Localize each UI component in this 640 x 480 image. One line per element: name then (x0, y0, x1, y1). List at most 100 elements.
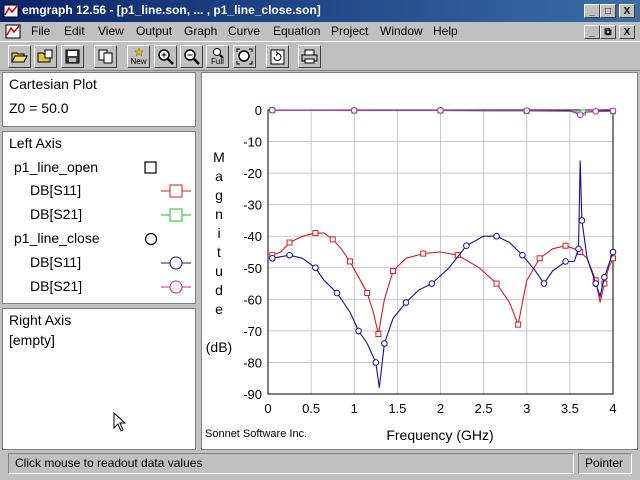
y-tick-label: -40 (243, 229, 262, 244)
refresh-button[interactable] (266, 45, 289, 68)
data-point (609, 248, 617, 256)
data-point (402, 299, 410, 306)
y-tick-label: -80 (243, 355, 262, 370)
x-tick-label: 1.5 (388, 401, 406, 416)
data-point (493, 232, 500, 240)
data-point (601, 273, 608, 281)
data-point (329, 236, 336, 243)
menu-graph[interactable]: Graph (184, 24, 217, 38)
plot-type-label: Cartesian Plot (9, 76, 97, 92)
new-button[interactable]: New (127, 45, 150, 68)
menu-project[interactable]: Project (331, 24, 368, 38)
copy-button[interactable] (94, 45, 117, 68)
menu-output[interactable]: Output (136, 24, 172, 38)
data-point (540, 280, 548, 287)
close-s11-legend-icon (161, 256, 191, 270)
status-message: Click mouse to readout data values (8, 453, 574, 474)
curve-group-p1-line-open[interactable]: p1_line_open (14, 159, 98, 175)
open-s11-legend-icon (161, 184, 191, 198)
document-icon[interactable] (5, 24, 21, 39)
data-point (575, 245, 582, 253)
info-panel: Cartesian Plot Z0 = 50.0 (2, 72, 196, 127)
y-tick-label: -20 (243, 166, 262, 181)
y-tick-label: -30 (243, 198, 262, 213)
menu-edit[interactable]: Edit (64, 24, 85, 38)
zoom-out-button[interactable] (180, 45, 203, 68)
data-point (493, 280, 500, 287)
menu-view[interactable]: View (98, 24, 124, 38)
data-point (437, 107, 444, 114)
open-s21-legend-icon (161, 208, 191, 222)
open-multi-icon (37, 49, 53, 63)
zoom-full-button[interactable]: Full (206, 45, 229, 68)
new-icon (133, 47, 144, 57)
child-close-button[interactable]: X (619, 25, 635, 39)
zoom-in-icon (158, 49, 174, 65)
curve-close-s21[interactable]: DB[S21] (30, 278, 82, 294)
data-point (592, 107, 600, 115)
menu-help[interactable]: Help (433, 24, 458, 38)
y-axis-unit: (dB) (206, 339, 232, 355)
data-point (346, 258, 353, 265)
z0-label: Z0 = 50.0 (9, 100, 69, 116)
data-point (355, 327, 362, 335)
save-button[interactable] (61, 45, 84, 68)
menu-file[interactable]: File (31, 24, 50, 38)
data-point (515, 321, 522, 328)
y-tick-label: 0 (255, 103, 262, 118)
close-button[interactable]: X (619, 4, 635, 18)
refresh-icon (270, 49, 285, 64)
zoom-fit-icon (236, 48, 253, 65)
x-tick-label: 3 (523, 401, 530, 416)
curve-open-s11[interactable]: DB[S11] (30, 182, 81, 198)
y-axis-label-char: t (217, 244, 221, 260)
x-tick-label: 3.5 (561, 401, 579, 416)
open-multiple-button[interactable] (34, 45, 57, 68)
x-tick-label: 2.5 (475, 401, 493, 416)
data-point (576, 111, 584, 119)
menu-window[interactable]: Window (380, 24, 423, 38)
plot-area[interactable]: 0 0.5 1 1.5 2 2.5 3 3.5 4 0 -10 -20 -30 -40 -50 -60 -70 -… (201, 72, 638, 450)
child-minimize-button[interactable]: _ (584, 25, 600, 39)
zoom-in-button[interactable] (154, 45, 177, 68)
curve-close-s11[interactable]: DB[S11] (30, 254, 81, 270)
circle-marker-icon (144, 232, 158, 246)
minimize-button[interactable]: _ (584, 4, 600, 18)
open-icon (11, 52, 28, 63)
data-point (286, 239, 293, 246)
y-axis-label-char: a (215, 168, 223, 184)
data-point (609, 107, 617, 115)
zoom-fit-button[interactable] (233, 45, 256, 68)
y-axis-label-char: g (215, 187, 223, 203)
menu-bar: File Edit View Output Graph Curve Equati… (0, 22, 640, 41)
y-axis-label-char: M (213, 149, 225, 165)
menu-equation[interactable]: Equation (273, 24, 320, 38)
curve-open-s21[interactable]: DB[S21] (30, 206, 82, 222)
y-tick-label: -60 (243, 292, 262, 307)
curve-group-p1-line-close[interactable]: p1_line_close (14, 230, 100, 246)
data-point (312, 230, 319, 237)
data-point (286, 251, 293, 259)
y-tick-label: -90 (243, 387, 262, 402)
chart[interactable]: 0 0.5 1 1.5 2 2.5 3 3.5 4 0 -10 -20 -30 -40 -50 -60 -70 -… (202, 73, 637, 449)
y-axis-label-char: n (215, 206, 223, 222)
data-point (536, 255, 543, 262)
square-marker-icon (144, 161, 157, 174)
close-s21-legend-icon (161, 280, 191, 294)
print-button[interactable] (298, 45, 321, 68)
menu-curve[interactable]: Curve (228, 24, 260, 38)
child-restore-button[interactable]: ⧉ (600, 25, 616, 39)
maximize-button[interactable]: □ (600, 4, 616, 18)
data-point (390, 267, 397, 274)
data-point (350, 107, 358, 114)
x-tick-label: 2 (437, 401, 444, 416)
data-point (519, 251, 526, 259)
series-line (272, 232, 614, 335)
window-title: emgraph 12.56 - [p1_line.son, ... , p1_l… (22, 3, 321, 17)
x-tick-label: 0 (264, 401, 271, 416)
open-button[interactable] (8, 45, 31, 68)
data-point (463, 242, 470, 249)
data-point (562, 242, 569, 249)
mouse-pointer-icon (113, 412, 127, 432)
series-line (272, 160, 614, 388)
